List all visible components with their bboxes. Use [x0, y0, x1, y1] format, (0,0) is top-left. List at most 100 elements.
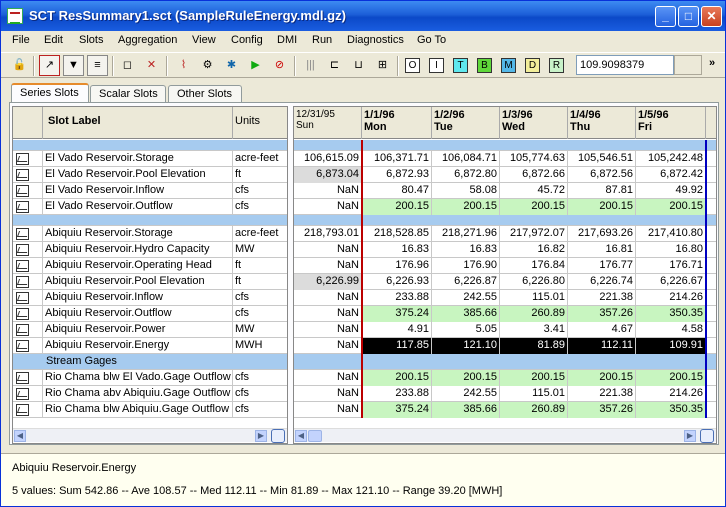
tab-series-slots[interactable]: Series Slots	[11, 83, 89, 104]
scroll-right-icon[interactable]: ▶	[684, 430, 696, 442]
data-cell[interactable]: 105,242.48	[636, 151, 706, 167]
plot-toggle[interactable]	[13, 183, 43, 199]
columns-icon[interactable]: |||	[300, 55, 321, 76]
add-slot-icon[interactable]: ↗	[39, 55, 60, 76]
data-cell[interactable]: 176.84	[500, 258, 568, 274]
data-cell[interactable]: 242.55	[432, 290, 500, 306]
tab-scalar-slots[interactable]: Scalar Slots	[90, 85, 166, 103]
plot-toggle[interactable]	[13, 402, 43, 418]
data-cell[interactable]: 106,371.71	[362, 151, 432, 167]
data-cell[interactable]: 218,793.01	[294, 226, 362, 242]
menu-slots[interactable]: Slots	[79, 34, 103, 46]
data-cell[interactable]: 4.58	[636, 322, 706, 338]
plot-toggle[interactable]	[13, 306, 43, 322]
slot-row[interactable]: Abiquiu Reservoir.Power MW	[13, 322, 287, 338]
close-button[interactable]: ✕	[701, 6, 722, 27]
data-cell[interactable]: 106,615.09	[294, 151, 362, 167]
data-cell[interactable]: NaN	[294, 199, 362, 215]
data-cell[interactable]: 4.67	[568, 322, 636, 338]
separator-row[interactable]: Stream Gages	[13, 354, 287, 370]
scroll-right-icon[interactable]: ▶	[255, 430, 267, 442]
slot-label[interactable]: Rio Chama blw El Vado.Gage Outflow	[43, 370, 233, 386]
data-cell[interactable]: 6,226.99	[294, 274, 362, 290]
plot-toggle[interactable]	[13, 226, 43, 242]
data-cell[interactable]: 16.82	[500, 242, 568, 258]
menu-go-to[interactable]: Go To	[417, 34, 446, 46]
plot-toggle[interactable]	[13, 386, 43, 402]
data-cell[interactable]: 385.66	[432, 402, 500, 418]
list-icon[interactable]: ≡	[87, 55, 108, 76]
slot-label[interactable]: Abiquiu Reservoir.Inflow	[43, 290, 233, 306]
data-cell[interactable]: 221.38	[568, 386, 636, 402]
data-cell[interactable]: 218,528.85	[362, 226, 432, 242]
slot-label[interactable]: El Vado Reservoir.Inflow	[43, 183, 233, 199]
plot-toggle[interactable]	[13, 151, 43, 167]
data-cell[interactable]: 6,872.66	[500, 167, 568, 183]
flag-r-button[interactable]: R	[549, 58, 564, 73]
toolbar-more-button[interactable]: »	[709, 57, 715, 69]
slot-row[interactable]: Rio Chama blw Abiquiu.Gage Outflow cfs	[13, 402, 287, 418]
data-cell[interactable]: NaN	[294, 402, 362, 418]
data-cell[interactable]: 350.35	[636, 306, 706, 322]
data-cell[interactable]: 217,410.80	[636, 226, 706, 242]
plot-toggle[interactable]	[13, 322, 43, 338]
value-field-extra[interactable]	[674, 55, 702, 75]
plot-toggle[interactable]	[13, 199, 43, 215]
data-cell[interactable]: 6,226.87	[432, 274, 500, 290]
data-cell[interactable]: NaN	[294, 306, 362, 322]
slot-row[interactable]: Abiquiu Reservoir.Pool Elevation ft	[13, 274, 287, 290]
data-cell[interactable]: 176.90	[432, 258, 500, 274]
slot-row[interactable]: Abiquiu Reservoir.Outflow cfs	[13, 306, 287, 322]
menu-run[interactable]: Run	[312, 34, 332, 46]
flag-m-button[interactable]: M	[501, 58, 516, 73]
plot-toggle[interactable]	[13, 167, 43, 183]
data-cell[interactable]: NaN	[294, 322, 362, 338]
lock-icon[interactable]: 🔓	[9, 55, 30, 76]
data-cell[interactable]: 6,226.80	[500, 274, 568, 290]
plot-toggle[interactable]	[13, 258, 43, 274]
data-cell[interactable]: NaN	[294, 386, 362, 402]
flag-b-button[interactable]: B	[477, 58, 492, 73]
data-cell[interactable]: 105,546.51	[568, 151, 636, 167]
plot-toggle[interactable]	[13, 338, 43, 354]
slot-row[interactable]: Rio Chama abv Abiquiu.Gage Outflow cfs	[13, 386, 287, 402]
slot-row[interactable]: Abiquiu Reservoir.Inflow cfs	[13, 290, 287, 306]
date-column-header[interactable]: 12/31/95 Sun	[294, 107, 362, 139]
data-cell[interactable]: 6,872.80	[432, 167, 500, 183]
slot-row[interactable]: Abiquiu Reservoir.Operating Head ft	[13, 258, 287, 274]
menu-edit[interactable]: Edit	[44, 34, 63, 46]
data-cell[interactable]: 6,872.42	[636, 167, 706, 183]
data-cell[interactable]: 260.89	[500, 306, 568, 322]
slot-label[interactable]: El Vado Reservoir.Pool Elevation	[43, 167, 233, 183]
corner-button[interactable]	[700, 429, 714, 443]
data-cell[interactable]: 106,084.71	[432, 151, 500, 167]
data-cell[interactable]: 200.15	[568, 370, 636, 386]
data-cell[interactable]: 176.96	[362, 258, 432, 274]
fit-icon[interactable]: ⊞	[372, 55, 393, 76]
slot-row[interactable]: El Vado Reservoir.Storage acre-feet	[13, 151, 287, 167]
data-cell[interactable]: 117.85	[362, 338, 432, 354]
data-cell[interactable]: 242.55	[432, 386, 500, 402]
delete-slot-icon[interactable]: ✕	[141, 55, 162, 76]
data-cell[interactable]: 200.15	[568, 199, 636, 215]
scroll-thumb[interactable]	[308, 430, 322, 442]
scroll-left-icon[interactable]: ◀	[295, 430, 307, 442]
right-horizontal-scrollbar[interactable]: ◀ ▶	[294, 428, 716, 443]
data-cell[interactable]: 3.41	[500, 322, 568, 338]
data-cell[interactable]: 214.26	[636, 290, 706, 306]
slot-label[interactable]: Rio Chama blw Abiquiu.Gage Outflow	[43, 402, 233, 418]
flag-t-button[interactable]: T	[453, 58, 468, 73]
data-cell[interactable]: 200.15	[362, 199, 432, 215]
data-cell[interactable]: 109.91	[636, 338, 706, 354]
data-cell[interactable]: 357.26	[568, 402, 636, 418]
slot-label-header[interactable]: Slot Label	[43, 107, 233, 139]
slot-row[interactable]: El Vado Reservoir.Outflow cfs	[13, 199, 287, 215]
slot-row[interactable]: El Vado Reservoir.Inflow cfs	[13, 183, 287, 199]
data-cell[interactable]: NaN	[294, 183, 362, 199]
slot-label[interactable]: Abiquiu Reservoir.Operating Head	[43, 258, 233, 274]
menu-diagnostics[interactable]: Diagnostics	[347, 34, 404, 46]
data-cell[interactable]: 176.71	[636, 258, 706, 274]
date-column-header[interactable]: 1/4/96 Thu	[568, 107, 636, 139]
data-cell[interactable]: 16.80	[636, 242, 706, 258]
data-cell[interactable]: 16.81	[568, 242, 636, 258]
